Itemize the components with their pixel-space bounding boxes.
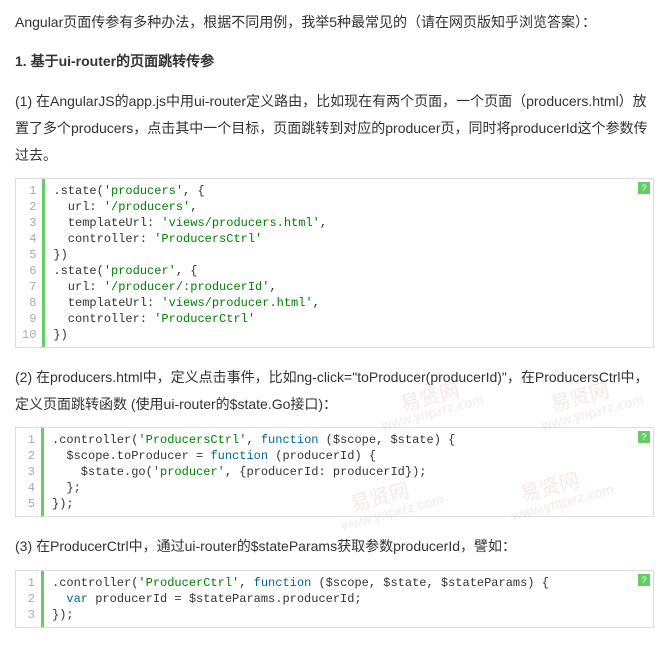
paragraph-1: (1) 在AngularJS的app.js中用ui-router定义路由，比如现…	[15, 88, 654, 168]
help-icon[interactable]: ?	[638, 431, 650, 443]
intro-text: Angular页面传参有多种办法，根据不同用例，我举5种最常见的（请在网页版知乎…	[15, 10, 654, 35]
paragraph-3: (3) 在ProducerCtrl中，通过ui-router的$statePar…	[15, 533, 654, 560]
code-block-3: ? 123 .controller('ProducerCtrl', functi…	[15, 570, 654, 628]
help-icon[interactable]: ?	[638, 574, 650, 586]
line-gutter: 12345678910	[16, 179, 45, 347]
help-icon[interactable]: ?	[638, 182, 650, 194]
code-block-2: ? 12345 .controller('ProducersCtrl', fun…	[15, 427, 654, 517]
line-gutter: 123	[16, 571, 44, 627]
code-lines: .state('producers', { url: '/producers',…	[45, 179, 653, 347]
paragraph-2: (2) 在producers.html中，定义点击事件，比如ng-click="…	[15, 364, 654, 417]
line-gutter: 12345	[16, 428, 44, 516]
code-block-1: ? 12345678910 .state('producers', { url:…	[15, 178, 654, 348]
code-lines: .controller('ProducersCtrl', function ($…	[44, 428, 653, 516]
section-heading: 1. 基于ui-router的页面跳转传参	[15, 49, 654, 74]
code-lines: .controller('ProducerCtrl', function ($s…	[44, 571, 653, 627]
